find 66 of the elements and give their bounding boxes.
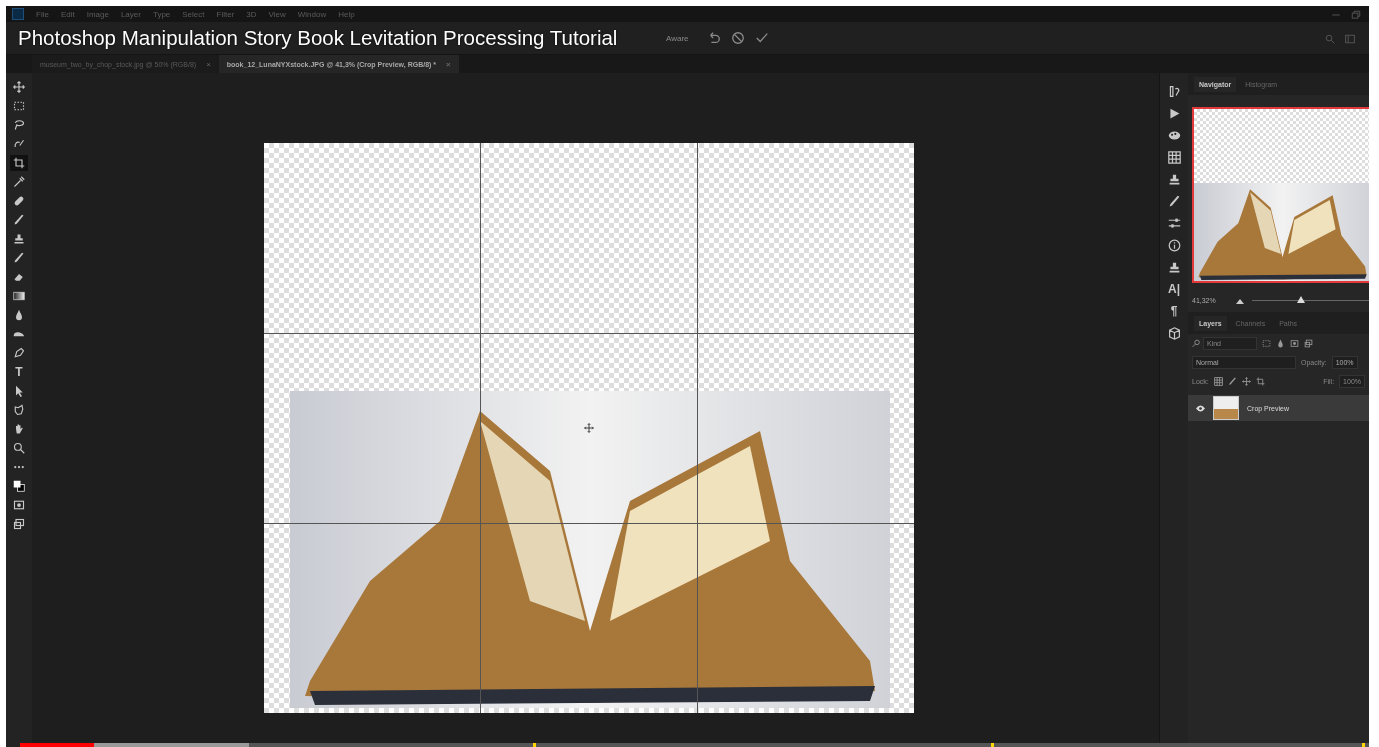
grid-icon[interactable] xyxy=(1213,377,1223,386)
menu-item[interactable]: View xyxy=(268,9,286,19)
menu-item[interactable]: File xyxy=(36,9,49,19)
brush-icon[interactable] xyxy=(1167,195,1181,208)
check-icon[interactable] xyxy=(754,31,769,45)
video-title: Photoshop Manipulation Story Book Levitation Processing Tutorial xyxy=(18,26,618,50)
menu-item[interactable]: Help xyxy=(338,9,355,19)
panel-button[interactable]: ¶ xyxy=(1170,305,1178,318)
chapter-marker xyxy=(532,743,536,747)
slider-thumb[interactable] xyxy=(1297,296,1306,303)
menu-item[interactable]: Select xyxy=(182,9,205,19)
cancel-icon[interactable] xyxy=(730,31,745,45)
menu-item[interactable]: Layer xyxy=(120,9,141,19)
sliders-icon[interactable] xyxy=(1167,217,1181,230)
pen-icon[interactable] xyxy=(13,347,25,359)
mask-icon[interactable] xyxy=(13,499,25,511)
marquee-icon[interactable] xyxy=(13,100,25,112)
color-swatches-icon[interactable] xyxy=(13,480,25,492)
zoom-out-icon[interactable] xyxy=(1236,297,1244,304)
shape-icon[interactable] xyxy=(13,404,25,416)
info-icon[interactable] xyxy=(1167,239,1181,252)
quick-select-icon[interactable] xyxy=(13,138,25,150)
search-icon[interactable] xyxy=(13,442,25,454)
eyedropper-icon[interactable] xyxy=(13,176,25,188)
drop-icon[interactable] xyxy=(1276,339,1285,348)
menu-item[interactable]: Window xyxy=(297,9,327,19)
chapter-marker xyxy=(1362,743,1366,747)
palette-icon[interactable] xyxy=(1167,129,1181,142)
hand-icon[interactable] xyxy=(13,423,25,435)
lasso-icon[interactable] xyxy=(13,119,25,131)
cube-icon[interactable] xyxy=(1167,327,1181,340)
play-icon[interactable] xyxy=(1167,107,1181,120)
chapter-marker xyxy=(991,743,995,747)
stamp-icon[interactable] xyxy=(1167,261,1181,274)
menu-item[interactable]: Filter xyxy=(216,9,235,19)
mask-icon[interactable] xyxy=(1290,339,1299,348)
progress-bar[interactable] xyxy=(20,743,1369,747)
screen-mode-icon[interactable] xyxy=(13,518,25,530)
marquee-icon[interactable] xyxy=(1262,339,1271,348)
brush-icon[interactable] xyxy=(13,252,25,264)
type-tool[interactable]: T xyxy=(15,365,23,379)
crosshair-icon xyxy=(583,423,594,433)
move-icon[interactable] xyxy=(1241,377,1251,386)
brush-icon[interactable] xyxy=(1227,377,1237,386)
cursor-icon[interactable] xyxy=(13,385,25,397)
crop-icon[interactable] xyxy=(1255,377,1265,386)
option-label: Aware xyxy=(666,33,689,43)
gradient-icon[interactable] xyxy=(13,290,25,302)
stamp-icon[interactable] xyxy=(13,233,25,245)
layer-thumbnail xyxy=(1213,396,1239,420)
stamp-icon[interactable] xyxy=(1167,173,1181,186)
close-icon[interactable]: × xyxy=(446,59,451,69)
screen-mode-icon[interactable] xyxy=(1304,339,1313,348)
menu-item[interactable]: Type xyxy=(152,9,171,19)
drop-icon[interactable] xyxy=(13,309,25,321)
brush-icon[interactable] xyxy=(13,214,25,226)
eraser-icon[interactable] xyxy=(13,271,25,283)
panel-button[interactable]: A| xyxy=(1168,283,1180,296)
move-icon[interactable] xyxy=(13,81,25,93)
grid-icon[interactable] xyxy=(1167,151,1181,164)
menu-item[interactable]: Image xyxy=(86,9,109,19)
search-icon xyxy=(1192,339,1201,348)
close-icon[interactable]: × xyxy=(206,59,211,69)
menu-item[interactable]: Edit xyxy=(60,9,75,19)
eye-icon[interactable] xyxy=(1196,404,1205,412)
bandage-icon[interactable] xyxy=(13,195,25,207)
